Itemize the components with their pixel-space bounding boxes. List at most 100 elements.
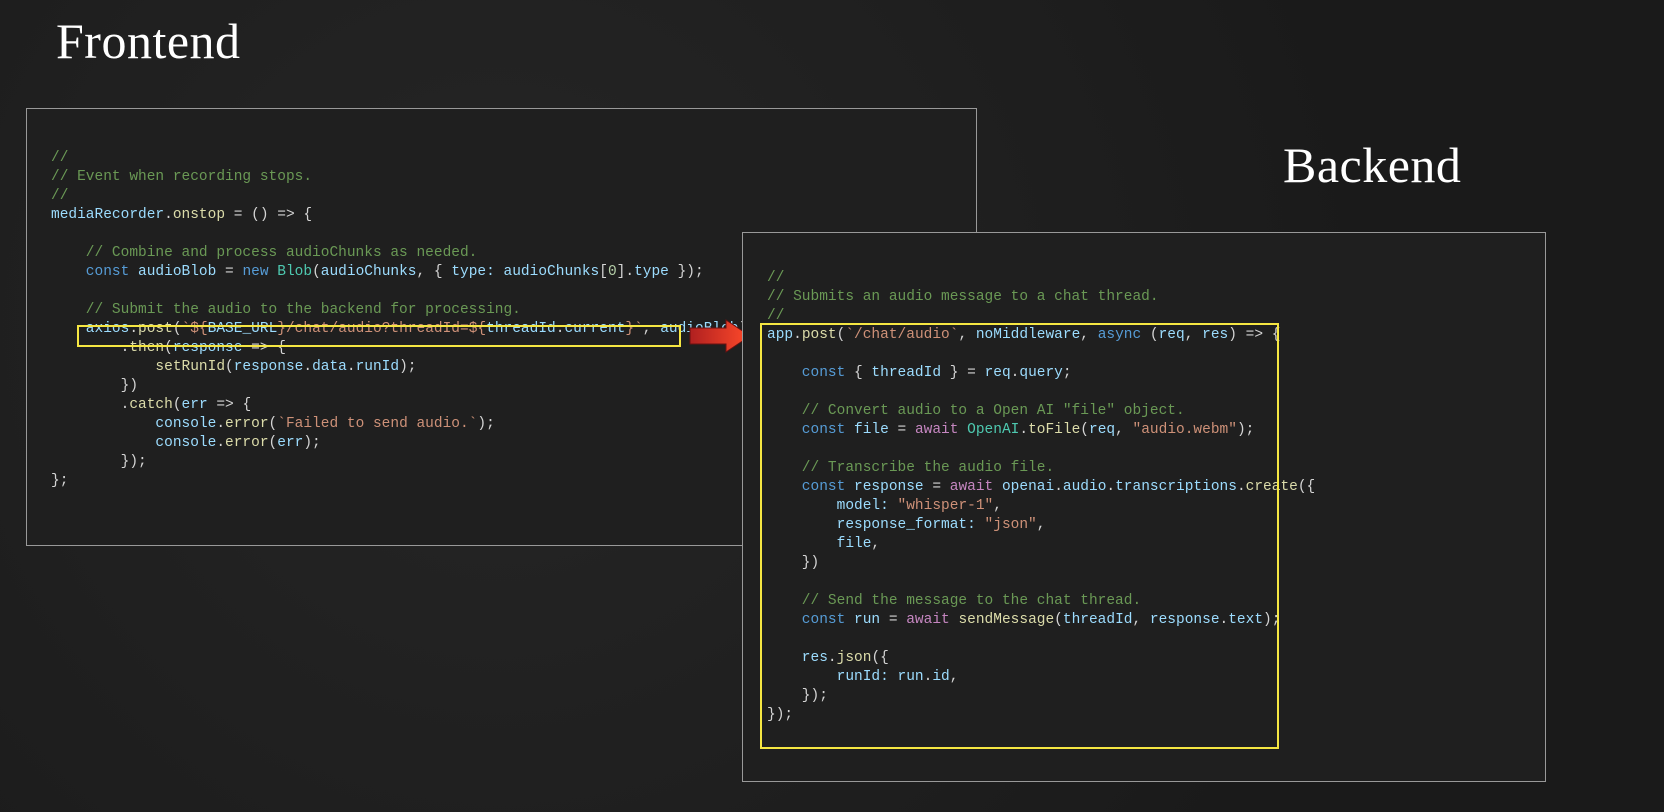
t: .	[303, 359, 312, 375]
t: 0	[608, 264, 617, 280]
t: (	[269, 416, 278, 432]
code-line: // Event when recording stops.	[51, 169, 312, 185]
t: query	[1019, 365, 1063, 381]
t: .	[793, 327, 802, 343]
t: response	[173, 340, 243, 356]
backend-title: Backend	[1283, 136, 1461, 194]
t: );	[1263, 612, 1280, 628]
code-line: // Submits an audio message to a chat th…	[767, 289, 1159, 305]
t: run	[854, 612, 880, 628]
t: ,	[1080, 327, 1097, 343]
t: (	[173, 397, 182, 413]
t: model:	[767, 498, 889, 514]
t: app	[767, 327, 793, 343]
t: (	[173, 321, 182, 337]
t: .	[216, 416, 225, 432]
t: file	[854, 422, 889, 438]
t: => {	[242, 340, 286, 356]
t: audio	[1063, 479, 1107, 495]
t: => {	[208, 397, 252, 413]
t: =	[216, 264, 242, 280]
t: ].	[617, 264, 634, 280]
t: })	[51, 378, 138, 394]
t: .	[347, 359, 356, 375]
t: req	[985, 365, 1011, 381]
t: catch	[129, 397, 173, 413]
t: audioChunks	[321, 264, 417, 280]
t: });	[669, 264, 704, 280]
t: `/chat/audio`	[845, 327, 958, 343]
t: const	[51, 264, 138, 280]
t: threadId	[871, 365, 941, 381]
t: );	[399, 359, 416, 375]
t: openai	[993, 479, 1054, 495]
t: .	[1019, 422, 1028, 438]
t: ,	[1037, 517, 1046, 533]
t: ,	[643, 321, 660, 337]
code-line: // Submit the audio to the backend for p…	[51, 302, 521, 318]
t: =	[889, 422, 915, 438]
t: noMiddleware	[976, 327, 1080, 343]
t: (	[1080, 422, 1089, 438]
t: (	[1141, 327, 1158, 343]
code-line: //	[767, 270, 784, 286]
t: (	[1054, 612, 1063, 628]
t: response	[234, 359, 304, 375]
code-line: //	[767, 308, 784, 324]
code-line: //	[51, 188, 68, 204]
t: ({	[1298, 479, 1315, 495]
t: .	[1237, 479, 1246, 495]
t: }	[941, 365, 958, 381]
t: );	[303, 435, 320, 451]
t: });	[767, 707, 793, 723]
t: error	[225, 435, 269, 451]
t: create	[1246, 479, 1298, 495]
t: ,	[993, 498, 1002, 514]
t: text	[1228, 612, 1263, 628]
t: json	[837, 650, 872, 666]
t: mediaRecorder	[51, 207, 164, 223]
t: post	[802, 327, 837, 343]
t: }`	[625, 321, 642, 337]
backend-code: // // Submits an audio message to a chat…	[767, 269, 1521, 725]
t: BASE_URL	[208, 321, 278, 337]
t: const	[767, 422, 854, 438]
t: res	[1202, 327, 1228, 343]
t: ,	[950, 669, 959, 685]
code-line: //	[51, 150, 68, 166]
t: ,	[1115, 422, 1132, 438]
t: =	[880, 612, 906, 628]
t: OpenAI	[958, 422, 1019, 438]
t: const	[767, 612, 854, 628]
t: ({	[871, 650, 888, 666]
t: type	[634, 264, 669, 280]
t: run	[889, 669, 924, 685]
t: .	[1220, 612, 1229, 628]
code-line: // Combine and process audioChunks as ne…	[51, 245, 477, 261]
t: current	[564, 321, 625, 337]
t: .	[216, 435, 225, 451]
t: err	[182, 397, 208, 413]
t: (	[164, 340, 173, 356]
t: sendMessage	[950, 612, 1054, 628]
t: const	[767, 479, 854, 495]
t: threadId	[486, 321, 556, 337]
t: `${	[182, 321, 208, 337]
code-line: // Transcribe the audio file.	[767, 460, 1054, 476]
t: transcriptions	[1115, 479, 1237, 495]
frontend-title: Frontend	[56, 12, 241, 70]
t: await	[915, 422, 959, 438]
t: post	[138, 321, 173, 337]
t: .	[164, 207, 173, 223]
t: .	[828, 650, 837, 666]
t: ) => {	[1228, 327, 1280, 343]
t: await	[906, 612, 950, 628]
backend-code-box: // // Submits an audio message to a chat…	[742, 232, 1546, 782]
t: (	[269, 435, 278, 451]
t: );	[477, 416, 494, 432]
t: runId	[356, 359, 400, 375]
t: axios	[51, 321, 129, 337]
t: await	[950, 479, 994, 495]
t: response	[1150, 612, 1220, 628]
t: new	[242, 264, 268, 280]
